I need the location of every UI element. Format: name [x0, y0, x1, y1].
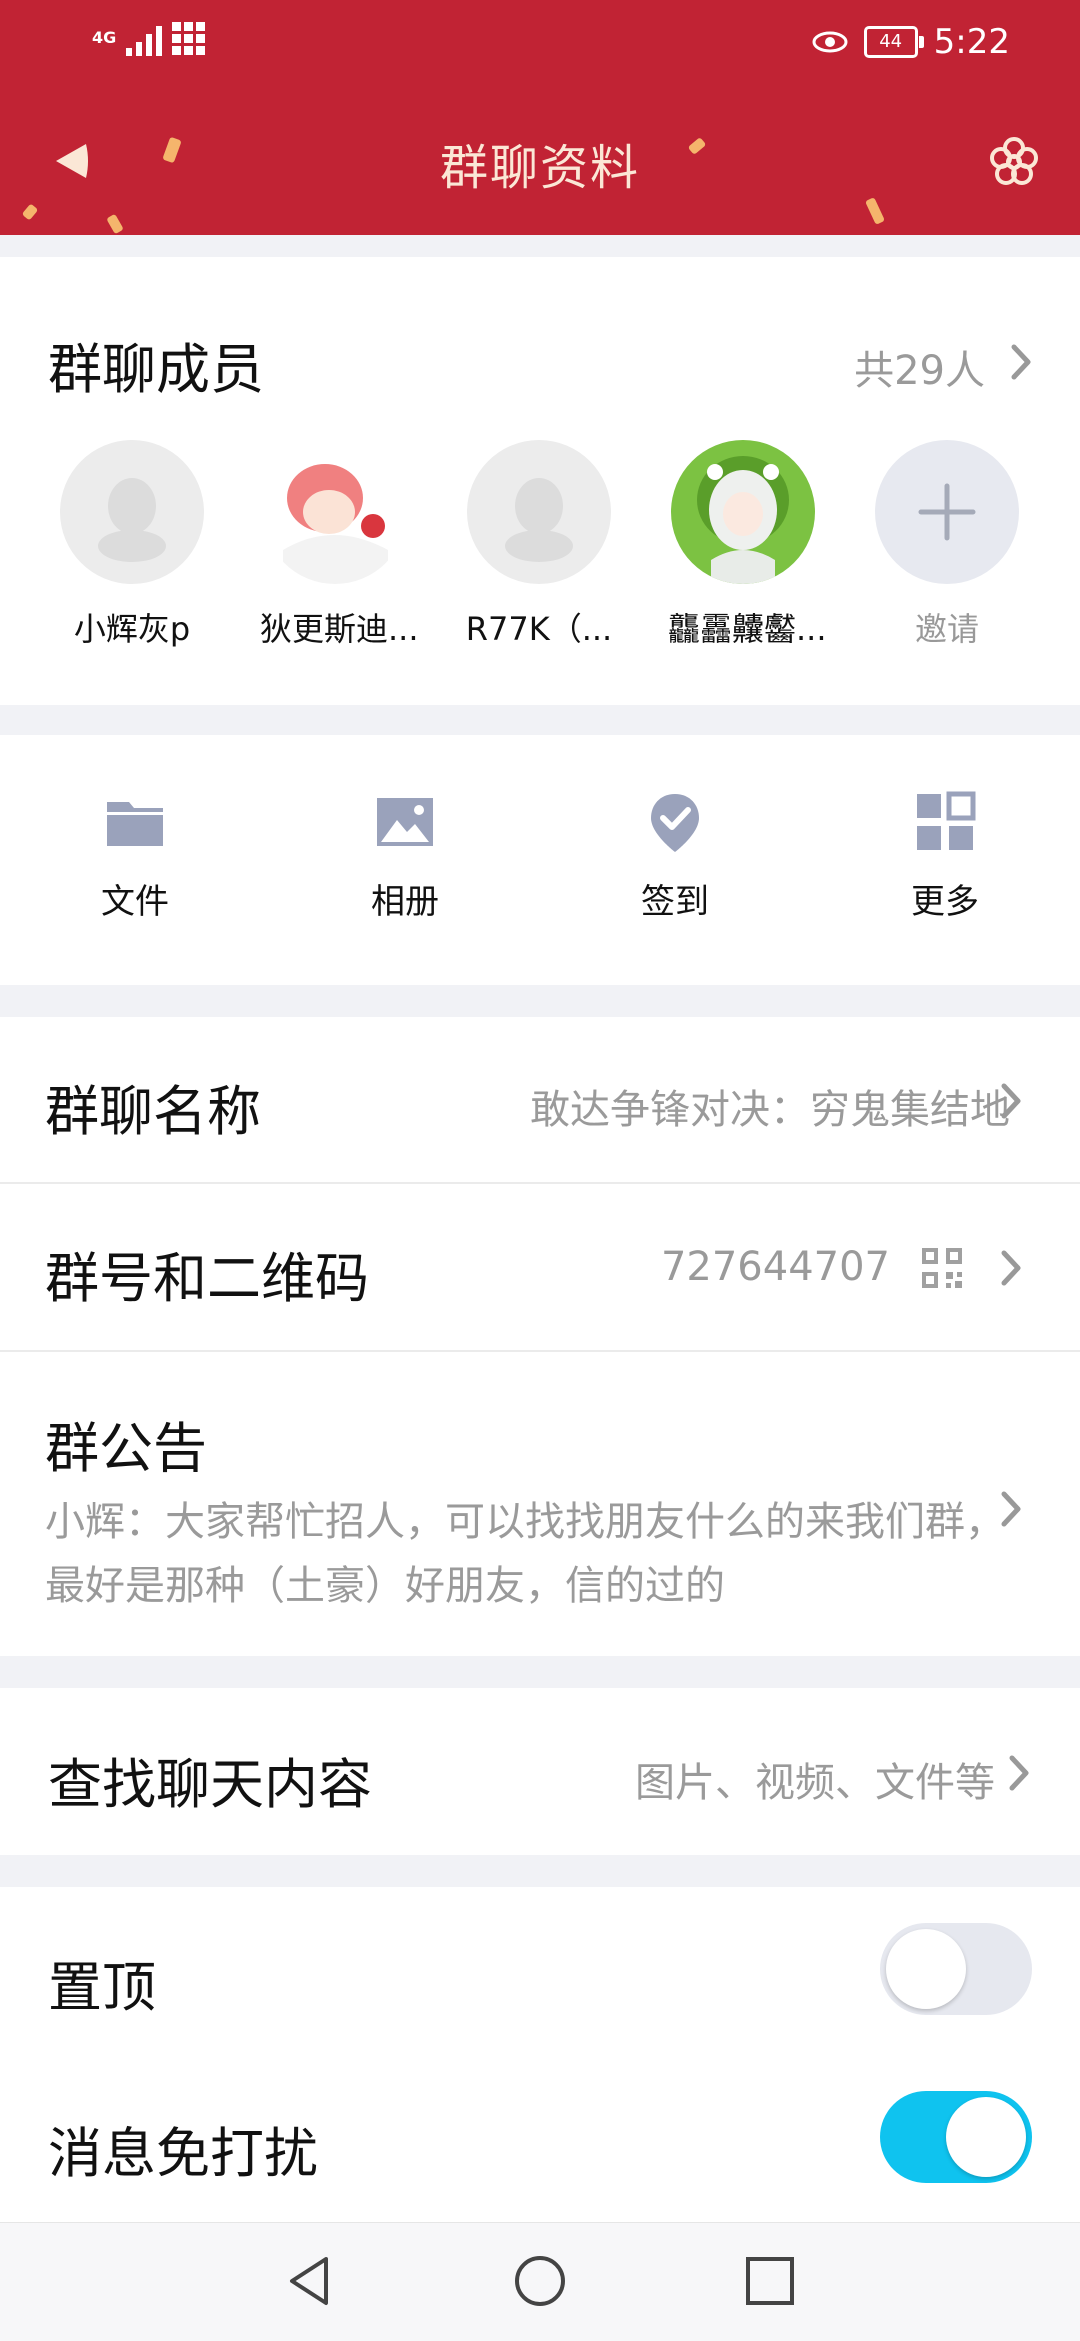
member-name: 狄更斯迪... [260, 610, 419, 648]
checkin-button[interactable]: 签到 [575, 790, 775, 923]
avatar [671, 440, 815, 584]
album-button[interactable]: 相册 [305, 790, 505, 923]
members-count[interactable]: 共29人 [854, 338, 985, 396]
member-name: 龘靐齉齾... [668, 610, 827, 648]
group-name-label: 群聊名称 [45, 1080, 261, 1143]
member-avatar-item[interactable]: 小辉灰p [57, 440, 207, 650]
folder-icon [107, 802, 163, 846]
files-button[interactable]: 文件 [35, 790, 235, 923]
group-id-value: 727644707 [660, 1244, 890, 1290]
announcement-label: 群公告 [45, 1417, 207, 1480]
member-name: 小辉灰p [73, 610, 191, 648]
network-type: 4G [92, 28, 117, 47]
system-nav-bar [0, 2222, 1080, 2341]
group-id-label: 群号和二维码 [45, 1247, 369, 1310]
chevron-right-icon [1009, 1755, 1029, 1791]
mute-toggle[interactable] [880, 2091, 1032, 2183]
battery-icon: 44 [863, 26, 924, 58]
group-name-value: 敢达争锋对决：穷鬼集结地 [530, 1087, 1010, 1133]
chevron-right-icon [1011, 344, 1031, 380]
search-chat-row[interactable]: 查找聊天内容 图片、视频、文件等 [0, 1688, 1080, 1855]
nav-back-icon[interactable] [282, 2253, 338, 2309]
invite-label: 邀请 [914, 610, 979, 648]
album-label: 相册 [371, 882, 439, 922]
signal-icon [126, 20, 163, 56]
member-avatar-item[interactable]: 狄更斯迪... [260, 440, 419, 650]
header-bar: 4G 44 5:22 群聊资料 [0, 0, 1080, 235]
member-avatar-item[interactable]: R77K（... [464, 440, 614, 650]
chevron-right-icon [1001, 1083, 1021, 1119]
announcement-text: 小辉：大家帮忙招人，可以找找朋友什么的来我们群，最好是那种（土豪）好朋友，信的过… [45, 1499, 1005, 1609]
image-icon [377, 798, 433, 846]
page-title: 群聊资料 [439, 140, 640, 196]
chevron-right-icon [1001, 1250, 1021, 1286]
default-avatar-icon [505, 478, 573, 562]
nav-recents-icon[interactable] [742, 2253, 798, 2309]
invite-button[interactable]: 邀请 [872, 440, 1022, 650]
pin-top-row: 置顶 [0, 1887, 1080, 2055]
anime-avatar-image [697, 456, 789, 584]
qr-code-icon [922, 1248, 962, 1288]
avatar [467, 440, 611, 584]
anime-avatar-image [283, 464, 388, 584]
confetti-decoration [21, 203, 39, 221]
confetti-decoration [106, 213, 124, 235]
avatar [263, 440, 407, 584]
search-chat-label: 查找聊天内容 [48, 1753, 372, 1816]
nav-home-icon[interactable] [512, 2253, 568, 2309]
group-id-row[interactable]: 群号和二维码 727644707 [0, 1184, 1080, 1350]
eye-icon [812, 31, 848, 53]
invite-avatar [875, 440, 1019, 584]
mute-label: 消息免打扰 [48, 2122, 318, 2185]
app-grid-icon [172, 21, 206, 55]
pin-top-toggle[interactable] [880, 1923, 1032, 2015]
status-bar: 4G 44 5:22 [0, 0, 1080, 84]
member-name: R77K（... [465, 610, 613, 648]
more-label: 更多 [911, 882, 979, 922]
checkin-icon [651, 794, 699, 852]
confetti-decoration [864, 197, 886, 225]
checkin-label: 签到 [641, 882, 709, 922]
flower-settings-icon[interactable] [986, 134, 1042, 190]
default-avatar-icon [98, 478, 166, 562]
apps-icon [917, 791, 976, 850]
toggle-knob [946, 2097, 1026, 2177]
avatar [60, 440, 204, 584]
plus-icon [918, 483, 976, 541]
group-name-row[interactable]: 群聊名称 敢达争锋对决：穷鬼集结地 [0, 1017, 1080, 1182]
more-button[interactable]: 更多 [845, 790, 1045, 923]
mute-row: 消息免打扰 [0, 2055, 1080, 2222]
member-avatar-item[interactable]: 龘靐齉齾... [668, 440, 827, 650]
clock: 5:22 [933, 22, 1010, 62]
toggle-knob [886, 1929, 966, 2009]
search-chat-hint: 图片、视频、文件等 [635, 1760, 995, 1806]
pin-top-label: 置顶 [48, 1956, 156, 2019]
members-title: 群聊成员 [48, 338, 264, 401]
files-label: 文件 [101, 882, 169, 922]
